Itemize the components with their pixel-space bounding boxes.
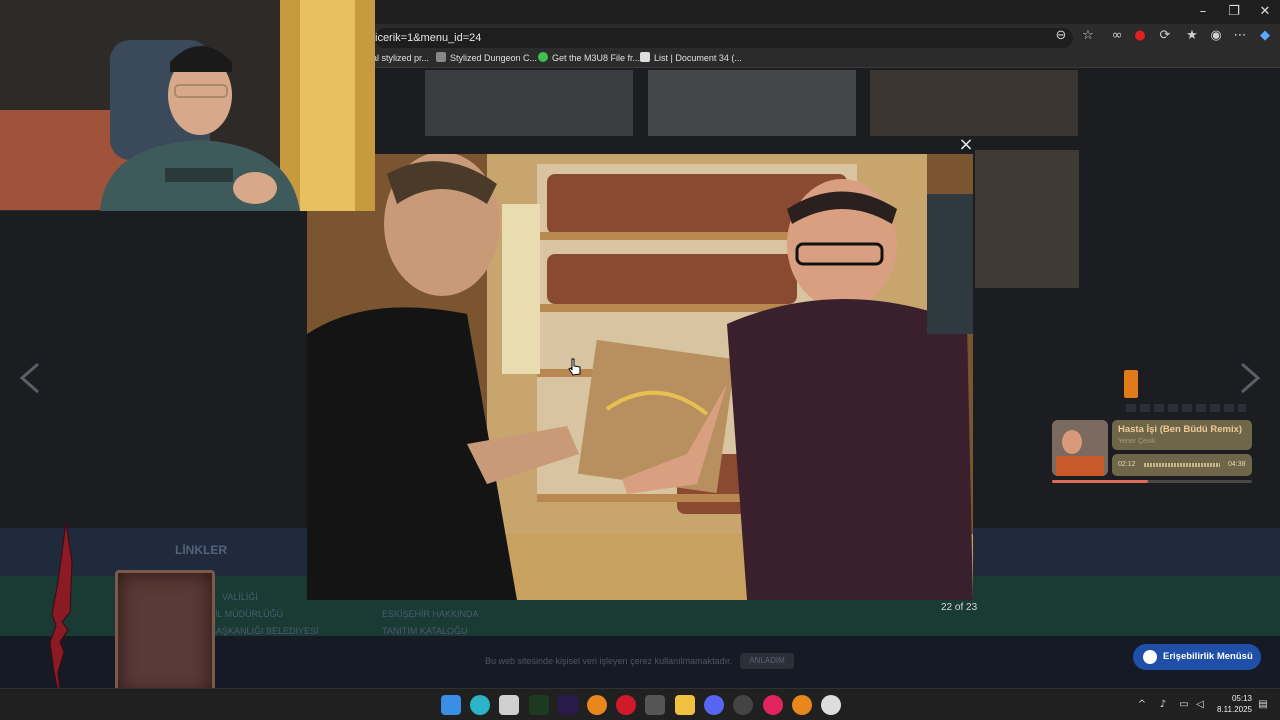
shield-icon[interactable]: ● bbox=[1131, 27, 1149, 45]
volume-icon[interactable]: ◁ bbox=[1193, 698, 1207, 712]
playback-bar[interactable]: 02:12 04:38 bbox=[1112, 454, 1252, 476]
music-player-widget: Hasta İşi (Ben Büdü Remix) Yener Çevik 0… bbox=[1050, 418, 1254, 486]
copilot-icon[interactable]: ◆ bbox=[1256, 27, 1274, 45]
taskbar-clock[interactable]: 05:13 8.11.2025 bbox=[1212, 693, 1252, 715]
progress-track[interactable] bbox=[1052, 480, 1252, 483]
gallery-thumbnail[interactable] bbox=[425, 70, 633, 136]
network-icon[interactable]: ▭ bbox=[1177, 698, 1191, 712]
track-title: Hasta İşi (Ben Büdü Remix) bbox=[1118, 424, 1243, 435]
track-artist: Yener Çevik bbox=[1118, 438, 1156, 445]
document-icon bbox=[640, 52, 650, 62]
edge-icon[interactable] bbox=[470, 695, 490, 715]
footer-link[interactable]: ESKİŞEHİR HAKKINDA bbox=[382, 609, 479, 619]
pt-icon[interactable] bbox=[529, 695, 549, 715]
lightbox-close-icon[interactable]: × bbox=[957, 136, 975, 154]
taskbar: ^ ♪ ▭ ◁ 05:13 8.11.2025 ▤ bbox=[0, 688, 1280, 720]
cookie-notice: Bu web sitesinde kişisel veri işleyen çe… bbox=[485, 656, 733, 666]
footer-heading: LİNKLER bbox=[175, 543, 227, 557]
progress-fill bbox=[1052, 480, 1148, 483]
extensions-icon[interactable]: ∞ bbox=[1108, 27, 1126, 45]
game-logo-text bbox=[1126, 404, 1246, 412]
bookmark-item[interactable]: Stylized Dungeon C... bbox=[436, 51, 537, 65]
gallery-thumbnail[interactable] bbox=[975, 150, 1079, 288]
app-icon[interactable] bbox=[616, 695, 636, 715]
game-logo-icon bbox=[1124, 370, 1138, 398]
blender-icon[interactable] bbox=[792, 695, 812, 715]
accessibility-menu-button[interactable]: Erişebilirlik Menüsü bbox=[1133, 644, 1261, 670]
restore-icon[interactable]: ❐ bbox=[1219, 2, 1249, 22]
waveform[interactable] bbox=[1144, 463, 1220, 467]
lightbox-image bbox=[307, 154, 973, 600]
favorites-icon[interactable]: ★ bbox=[1183, 27, 1201, 45]
album-art bbox=[1052, 420, 1108, 476]
track-info: Hasta İşi (Ben Büdü Remix) Yener Çevik bbox=[1112, 420, 1252, 450]
bookmark-item[interactable]: List | Document 34 (... bbox=[640, 51, 742, 65]
elapsed-time: 02:12 bbox=[1118, 461, 1136, 468]
puzzle-icon[interactable]: ⟳ bbox=[1156, 27, 1174, 45]
footer-link[interactable]: VALİLİĞİ bbox=[222, 592, 258, 602]
bookmark-item[interactable]: al stylized pr... bbox=[372, 51, 429, 65]
link-icon bbox=[436, 52, 446, 62]
next-arrow-icon[interactable] bbox=[1238, 362, 1262, 394]
footer-link[interactable]: BAŞKANLIĞI BELEDİYESİ bbox=[210, 626, 319, 636]
search-icon[interactable] bbox=[645, 695, 665, 715]
reader-icon[interactable]: ⊖ bbox=[1052, 27, 1070, 45]
obs-icon[interactable] bbox=[733, 695, 753, 715]
footer-link[interactable]: TANITIM KATALOĞU bbox=[382, 626, 468, 636]
lightbox-counter: 22 of 23 bbox=[941, 602, 978, 613]
unity-icon[interactable] bbox=[821, 695, 841, 715]
check-icon bbox=[538, 52, 548, 62]
footer-link[interactable]: İL MÜDÜRLÜĞÜ bbox=[215, 609, 283, 619]
close-window-icon[interactable]: ✕ bbox=[1250, 2, 1280, 22]
more-icon[interactable]: ⋯ bbox=[1231, 27, 1249, 45]
webcam-overlay bbox=[0, 0, 375, 211]
clock-time: 05:13 bbox=[1231, 694, 1252, 703]
blender-icon[interactable] bbox=[587, 695, 607, 715]
gallery-thumbnail[interactable] bbox=[648, 70, 856, 136]
star-icon[interactable]: ☆ bbox=[1079, 27, 1097, 45]
bookmark-label: Get the M3U8 File fr... bbox=[552, 53, 641, 63]
track-duration: 04:38 bbox=[1228, 461, 1246, 468]
spellbook-icon bbox=[115, 570, 215, 698]
minimize-icon[interactable]: – bbox=[1188, 2, 1218, 22]
album-cover[interactable] bbox=[1052, 420, 1108, 476]
bookmark-label: List | Document 34 (... bbox=[654, 53, 742, 63]
premiere-icon[interactable] bbox=[558, 695, 578, 715]
url-text: icerik=1&menu_id=24 bbox=[375, 32, 482, 44]
media-player-icon[interactable] bbox=[763, 695, 783, 715]
start-icon[interactable] bbox=[441, 695, 461, 715]
bookmark-label: al stylized pr... bbox=[372, 53, 430, 63]
screen: – ❐ ✕ icerik=1&menu_id=24 ⊖ ☆ ∞ ● ⟳ ★ ◉ … bbox=[0, 0, 1280, 720]
bookmark-label: Stylized Dungeon C... bbox=[450, 53, 538, 63]
shop-photo bbox=[307, 154, 973, 600]
discord-icon[interactable] bbox=[704, 695, 724, 715]
folder-icon[interactable] bbox=[675, 695, 695, 715]
cookie-accept-button[interactable]: ANLADIM bbox=[740, 653, 794, 669]
profile-icon[interactable]: ◉ bbox=[1207, 27, 1225, 45]
chevron-up-icon[interactable]: ^ bbox=[1135, 698, 1149, 712]
microphone-icon[interactable]: ♪ bbox=[1156, 698, 1170, 712]
url-field[interactable]: icerik=1&menu_id=24 bbox=[375, 28, 1073, 48]
bookmark-item[interactable]: Get the M3U8 File fr... bbox=[538, 51, 640, 65]
prev-arrow-icon[interactable] bbox=[18, 362, 42, 394]
gallery-thumbnail[interactable] bbox=[870, 70, 1078, 136]
dagger-icon bbox=[49, 522, 73, 710]
accessibility-icon bbox=[1143, 650, 1157, 664]
notification-icon[interactable]: ▤ bbox=[1256, 698, 1270, 712]
webcam-feed bbox=[0, 0, 375, 211]
clock-date: 8.11.2025 bbox=[1217, 705, 1252, 714]
snipping-icon[interactable] bbox=[499, 695, 519, 715]
accessibility-label: Erişebilirlik Menüsü bbox=[1163, 651, 1253, 662]
hand-cursor-icon bbox=[568, 358, 581, 376]
